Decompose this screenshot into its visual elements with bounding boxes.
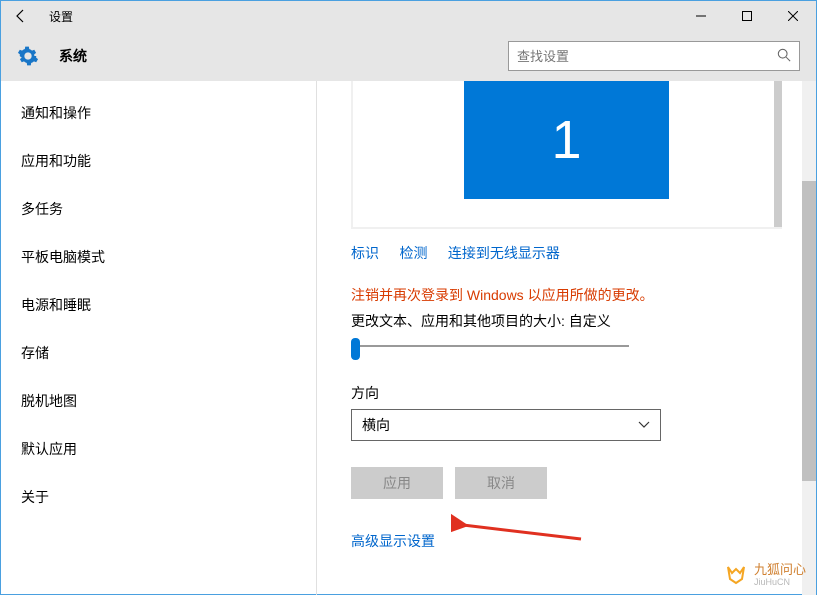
sidebar-item-label: 平板电脑模式	[21, 249, 105, 265]
advanced-display-link[interactable]: 高级显示设置	[351, 531, 782, 551]
wireless-display-link[interactable]: 连接到无线显示器	[448, 245, 560, 261]
sidebar-item-label: 多任务	[21, 201, 63, 217]
sidebar-item-label: 电源和睡眠	[21, 297, 91, 313]
watermark-en: JiuHuCN	[754, 577, 806, 588]
sidebar: 通知和操作 应用和功能 多任务 平板电脑模式 电源和睡眠 存储 脱机地图 默认应…	[1, 81, 317, 595]
slider-thumb[interactable]	[351, 338, 360, 360]
sidebar-item-label: 脱机地图	[21, 393, 77, 409]
sidebar-item-apps-features[interactable]: 应用和功能	[1, 137, 316, 185]
back-button[interactable]	[1, 1, 41, 31]
preview-scrollbar[interactable]	[774, 81, 782, 227]
sidebar-item-label: 关于	[21, 489, 49, 505]
sidebar-item-label: 应用和功能	[21, 153, 91, 169]
sidebar-item-storage[interactable]: 存储	[1, 329, 316, 377]
slider-track	[351, 345, 629, 347]
window-title: 设置	[41, 8, 73, 25]
monitor-tile[interactable]: 1	[464, 81, 669, 199]
identify-link[interactable]: 标识	[351, 245, 379, 261]
search-input[interactable]	[517, 49, 777, 64]
display-links-row: 标识 检测 连接到无线显示器	[351, 243, 782, 263]
titlebar: 设置	[1, 1, 816, 31]
scaling-slider[interactable]	[351, 337, 629, 357]
minimize-button[interactable]	[678, 1, 724, 31]
sidebar-item-label: 默认应用	[21, 441, 77, 457]
sidebar-item-power-sleep[interactable]: 电源和睡眠	[1, 281, 316, 329]
close-button[interactable]	[770, 1, 816, 31]
search-icon	[777, 48, 791, 65]
apply-button[interactable]: 应用	[351, 467, 443, 499]
button-row: 应用 取消	[351, 467, 782, 499]
gear-icon	[17, 45, 39, 67]
cancel-button[interactable]: 取消	[455, 467, 547, 499]
sidebar-item-notifications[interactable]: 通知和操作	[1, 89, 316, 137]
sidebar-item-label: 通知和操作	[21, 105, 91, 121]
main-panel: 1 标识 检测 连接到无线显示器 注销并再次登录到 Windows 以应用所做的…	[317, 81, 816, 595]
watermark: 九狐问心 JiuHuCN	[724, 562, 806, 588]
orientation-value: 横向	[362, 415, 638, 435]
main-scrollbar[interactable]	[802, 81, 816, 595]
maximize-button[interactable]	[724, 1, 770, 31]
sidebar-item-tablet-mode[interactable]: 平板电脑模式	[1, 233, 316, 281]
relogin-warning: 注销并再次登录到 Windows 以应用所做的更改。	[351, 285, 782, 305]
search-box[interactable]	[508, 41, 800, 71]
sidebar-item-label: 存储	[21, 345, 49, 361]
sidebar-item-multitasking[interactable]: 多任务	[1, 185, 316, 233]
display-preview: 1	[351, 81, 782, 229]
detect-link[interactable]: 检测	[399, 245, 427, 261]
sidebar-item-offline-maps[interactable]: 脱机地图	[1, 377, 316, 425]
header: 系统	[1, 31, 816, 81]
section-title: 系统	[59, 46, 87, 66]
chevron-down-icon	[638, 418, 650, 432]
sidebar-item-about[interactable]: 关于	[1, 473, 316, 521]
fox-icon	[724, 563, 748, 587]
main-scrollbar-thumb[interactable]	[802, 181, 816, 481]
watermark-cn: 九狐问心	[754, 562, 806, 578]
scaling-label: 更改文本、应用和其他项目的大小: 自定义	[351, 311, 782, 331]
orientation-label: 方向	[351, 383, 782, 403]
monitor-number: 1	[551, 109, 581, 171]
orientation-dropdown[interactable]: 横向	[351, 409, 661, 441]
sidebar-item-default-apps[interactable]: 默认应用	[1, 425, 316, 473]
